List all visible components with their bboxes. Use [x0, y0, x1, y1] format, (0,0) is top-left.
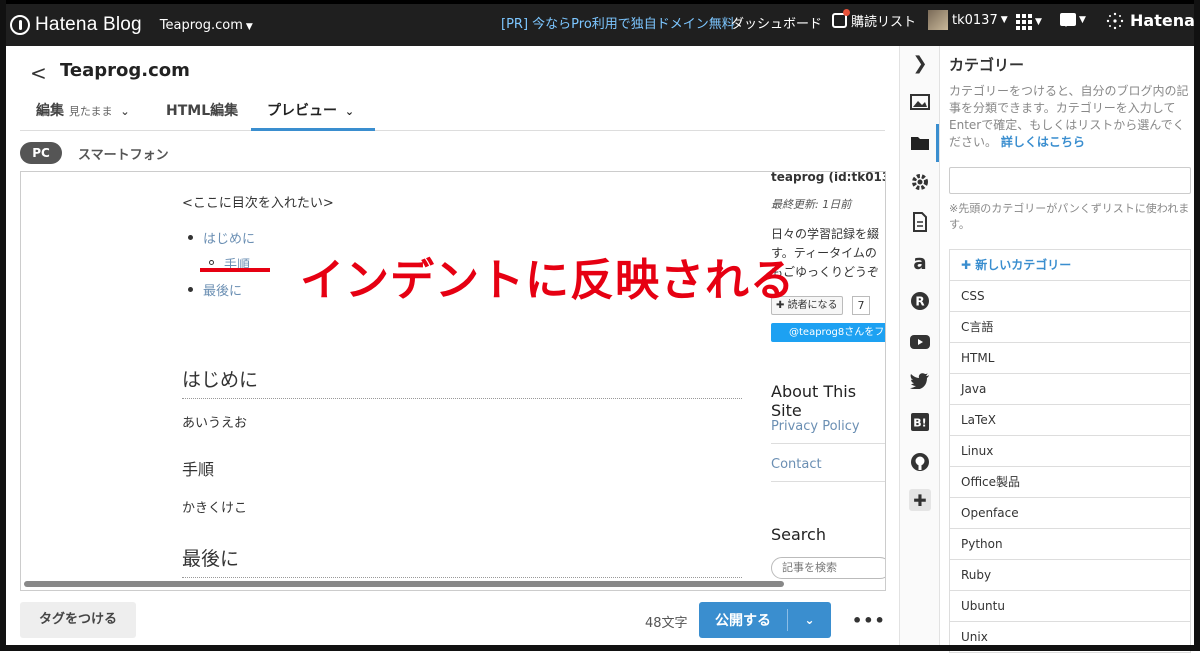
- window-frame: [0, 0, 1200, 651]
